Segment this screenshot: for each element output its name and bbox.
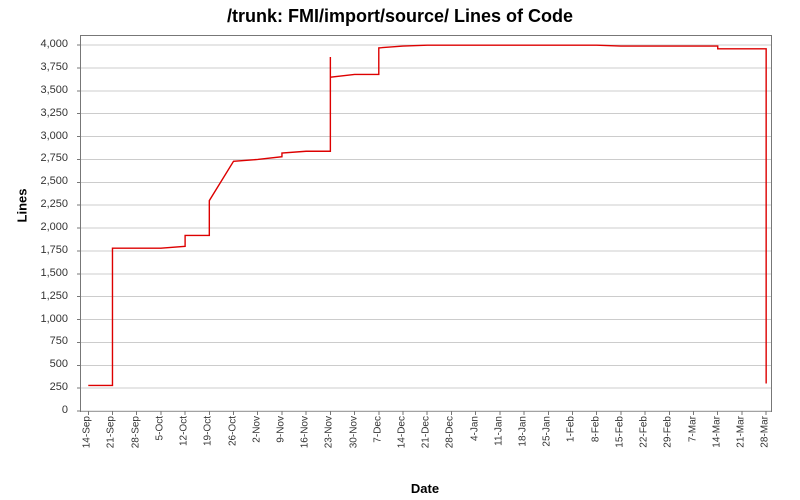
x-tick-label: 21-Mar — [735, 416, 746, 448]
y-tick-label: 750 — [50, 335, 68, 347]
x-tick-label: 2-Nov — [251, 416, 262, 443]
x-tick-label: 28-Dec — [445, 416, 456, 448]
y-tick-label: 1,000 — [40, 313, 68, 325]
x-tick-label: 4-Jan — [469, 416, 480, 441]
x-tick-label: 19-Oct — [203, 416, 214, 446]
y-tick-label: 0 — [62, 404, 68, 416]
x-tick-label: 9-Nov — [275, 416, 286, 443]
x-tick-label: 25-Jan — [542, 416, 553, 447]
y-tick-label: 4,000 — [40, 38, 68, 50]
y-tick-label: 2,500 — [40, 175, 68, 187]
x-tick-label: 5-Oct — [154, 416, 165, 440]
y-tick-label: 2,750 — [40, 152, 68, 164]
y-tick-label: 2,000 — [40, 221, 68, 233]
x-tick-label: 23-Nov — [324, 416, 335, 448]
x-axis-label: Date — [80, 481, 770, 496]
x-tick-label: 26-Oct — [227, 416, 238, 446]
x-tick-label: 29-Feb — [663, 416, 674, 448]
x-tick-label: 16-Nov — [300, 416, 311, 448]
x-tick-label: 30-Nov — [348, 416, 359, 448]
plot-area — [80, 35, 772, 412]
x-tick-label: 11-Jan — [493, 416, 504, 446]
y-tick-label: 1,500 — [40, 267, 68, 279]
x-tick-label: 7-Dec — [372, 416, 383, 443]
y-tick-label: 250 — [50, 381, 68, 393]
y-tick-label: 2,250 — [40, 198, 68, 210]
x-tick-label: 8-Feb — [590, 416, 601, 442]
x-tick-label: 22-Feb — [639, 416, 650, 448]
y-tick-label: 3,250 — [40, 107, 68, 119]
y-axis-ticks: 02505007501,0001,2501,5001,7502,0002,250… — [0, 35, 76, 410]
y-tick-label: 3,750 — [40, 61, 68, 73]
y-tick-label: 500 — [50, 358, 68, 370]
y-tick-label: 3,000 — [40, 130, 68, 142]
x-tick-label: 15-Feb — [614, 416, 625, 448]
y-tick-label: 1,250 — [40, 290, 68, 302]
x-tick-label: 14-Dec — [397, 416, 408, 448]
line-chart: /trunk: FMI/import/source/ Lines of Code… — [0, 0, 800, 500]
x-tick-label: 1-Feb — [566, 416, 577, 442]
x-tick-label: 28-Sep — [130, 416, 141, 448]
y-tick-label: 3,500 — [40, 84, 68, 96]
x-tick-label: 7-Mar — [687, 416, 698, 442]
x-tick-label: 28-Mar — [760, 416, 771, 448]
x-tick-label: 14-Mar — [711, 416, 722, 448]
x-tick-label: 12-Oct — [179, 416, 190, 446]
y-tick-label: 1,750 — [40, 244, 68, 256]
x-tick-label: 21-Dec — [421, 416, 432, 448]
x-tick-label: 21-Sep — [106, 416, 117, 448]
x-tick-label: 18-Jan — [518, 416, 529, 447]
x-axis-ticks: 14-Sep 21-Sep 28-Sep 5-Oct 12-Oct 19-Oct 26-Oc… — [80, 412, 770, 482]
chart-title: /trunk: FMI/import/source/ Lines of Code — [0, 6, 800, 27]
x-tick-label: 14-Sep — [82, 416, 93, 448]
